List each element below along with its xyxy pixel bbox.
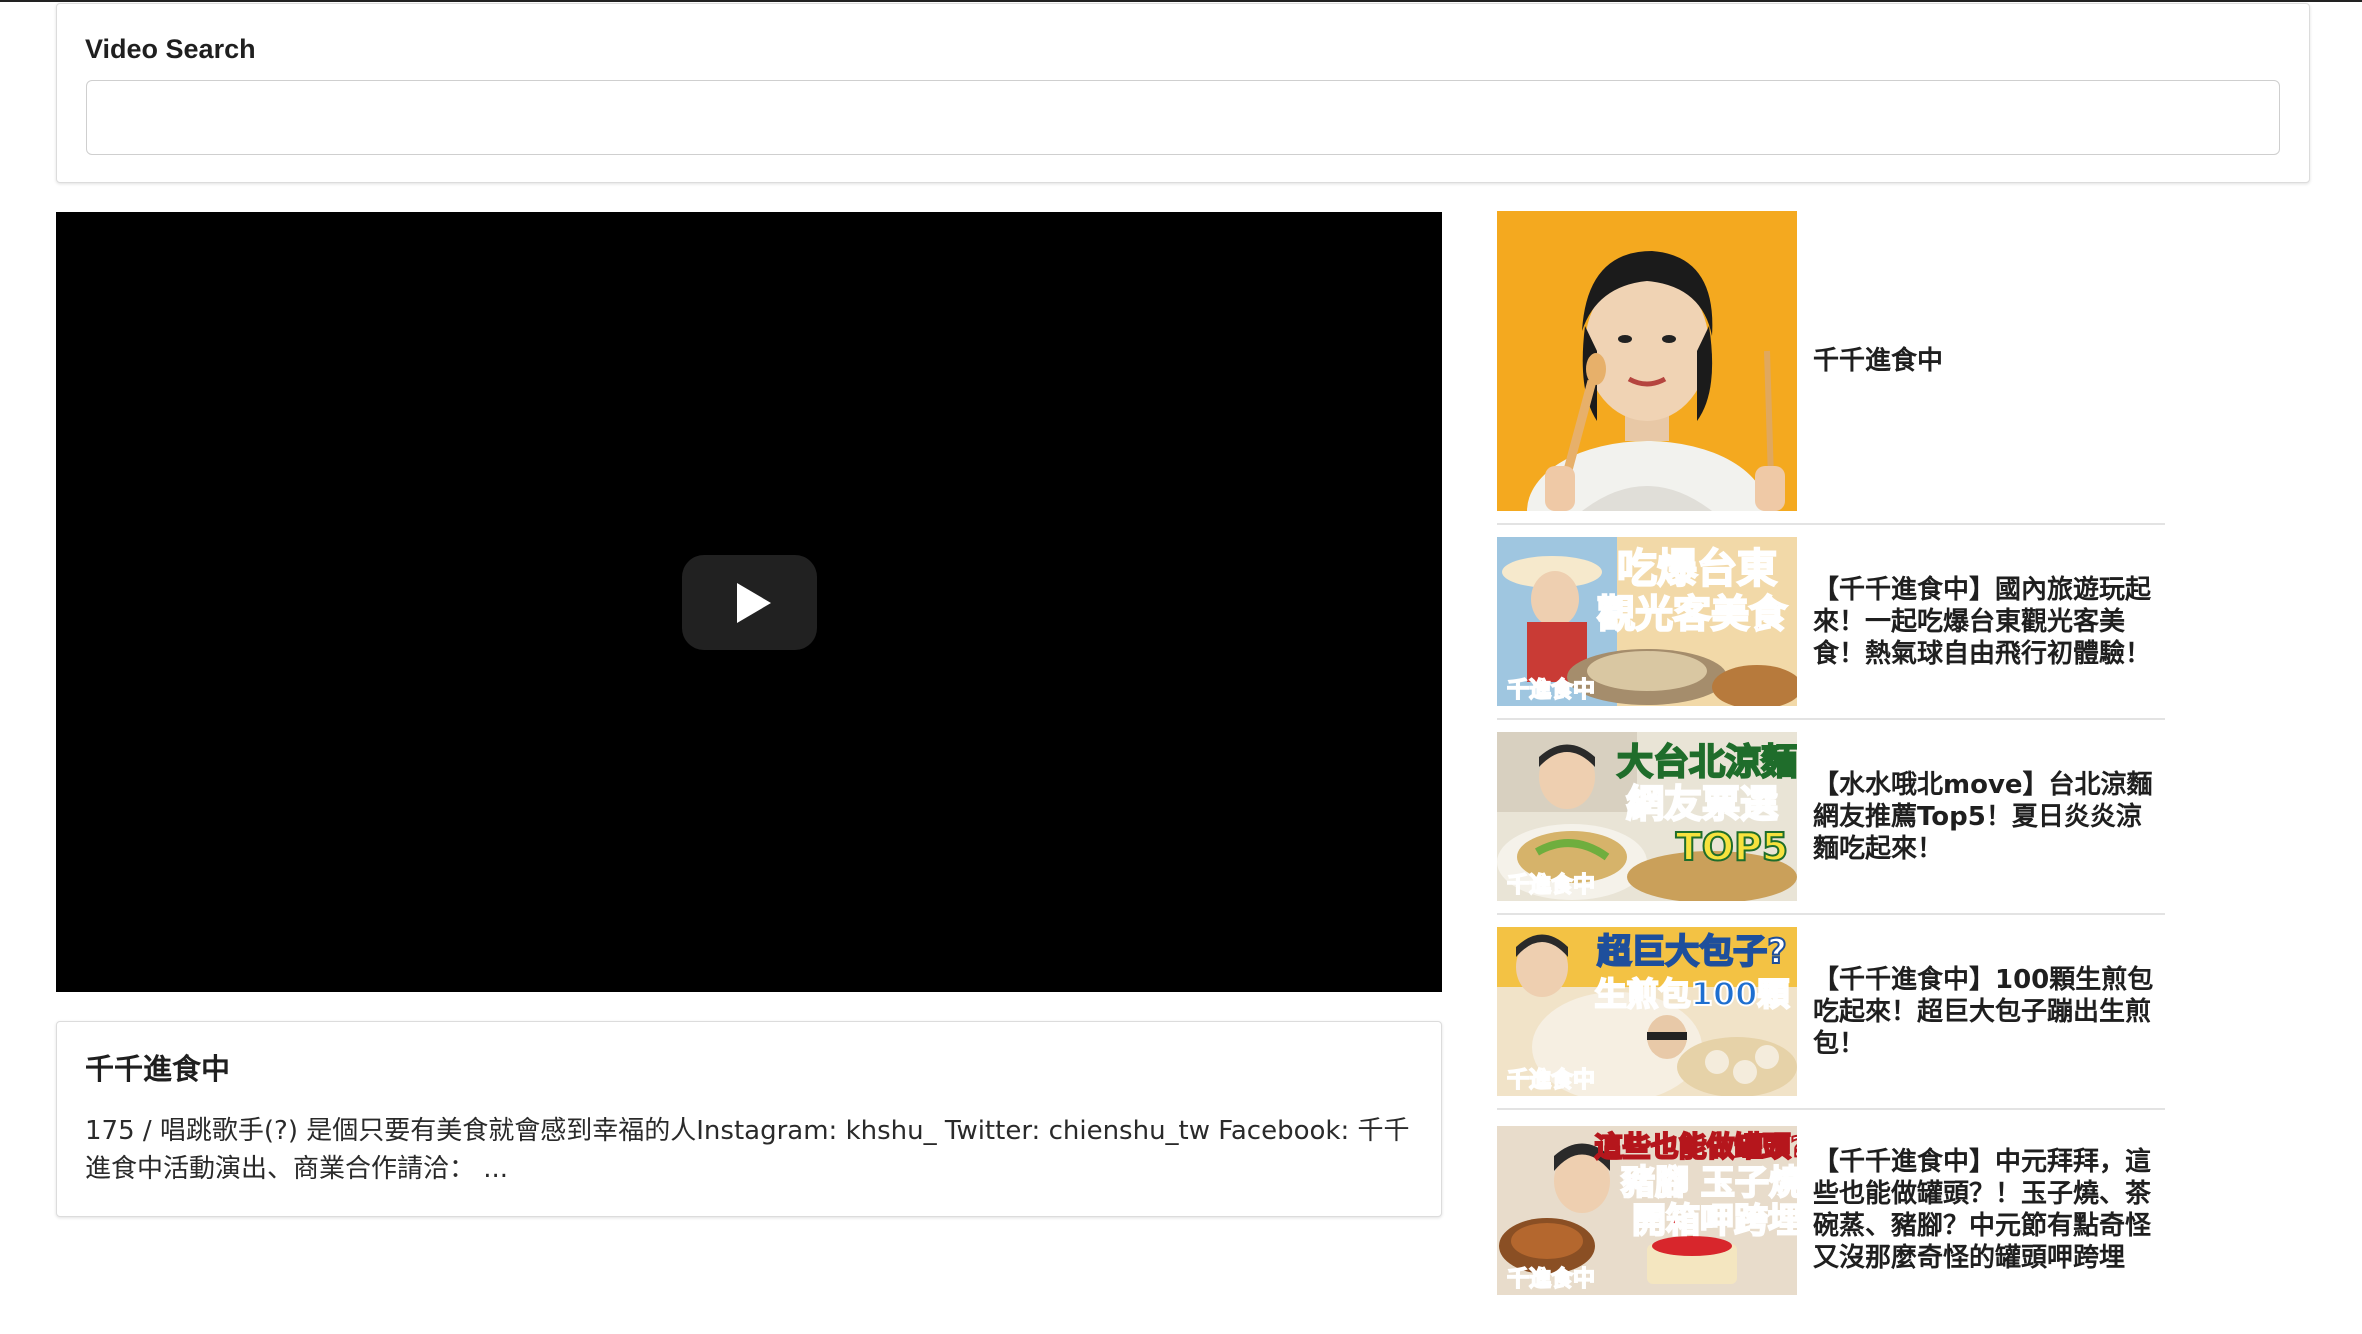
video-thumbnail[interactable]: 大台北涼麵 網友票選 TOP5 千進食中 (1497, 732, 1797, 901)
search-panel: Video Search (56, 3, 2310, 183)
video-title[interactable]: 【千千進食中】中元拜拜，這些也能做罐頭？！玉子燒、茶碗蒸、豬腳？中元節有點奇怪又… (1797, 1146, 2165, 1274)
video-details: 千千進食中 175 / 唱跳歌手(?) 是個只要有美食就會感到幸福的人Insta… (56, 1021, 1442, 1217)
video-thumbnail[interactable]: 超巨大包子? 生煎包100顆 千進食中 (1497, 927, 1797, 1096)
video-title[interactable]: 【千千進食中】100顆生煎包吃起來！超巨大包子蹦出生煎包！ (1797, 964, 2165, 1060)
thumbnail-logo: 千進食中 (1507, 677, 1595, 703)
play-icon (736, 582, 771, 623)
video-detail-description: 175 / 唱跳歌手(?) 是個只要有美食就會感到幸福的人Instagram: … (85, 1116, 1410, 1184)
video-thumbnail[interactable]: 這些也能做罐頭?! 豬腳 玉子燒 開箱呷跨埋 千進食中 (1497, 1125, 1797, 1295)
video-list: 千千進食中 吃爆台東 觀光客美食 千進食中 【千千進食中】國內旅遊玩起來！一起吃… (1497, 211, 2165, 1310)
thumbnail-caption: 這些也能做罐頭?! (1594, 1130, 1797, 1163)
video-player[interactable] (56, 212, 1442, 992)
search-label: Video Search (85, 34, 256, 64)
thumbnail-caption: 豬腳 玉子燒 (1621, 1163, 1797, 1203)
video-list-item[interactable]: 這些也能做罐頭?! 豬腳 玉子燒 開箱呷跨埋 千進食中 【千千進食中】中元拜拜，… (1497, 1110, 2165, 1310)
video-title[interactable]: 千千進食中 (1797, 345, 1949, 377)
thumbnail-caption: 開箱呷跨埋 (1632, 1201, 1797, 1241)
search-input[interactable] (86, 80, 2280, 155)
video-list-item[interactable]: 超巨大包子? 生煎包100顆 千進食中 【千千進食中】100顆生煎包吃起來！超巨… (1497, 915, 2165, 1110)
thumbnail-caption: 生煎包100顆 (1595, 975, 1790, 1013)
thumbnail-caption: 吃爆台東 (1617, 546, 1777, 592)
thumbnail-caption: 網友票選 (1626, 782, 1778, 826)
video-list-item[interactable]: 吃爆台東 觀光客美食 千進食中 【千千進食中】國內旅遊玩起來！一起吃爆台東觀光客… (1497, 525, 2165, 720)
video-list-item[interactable]: 大台北涼麵 網友票選 TOP5 千進食中 【水水哦北move】台北涼麵網友推薦T… (1497, 720, 2165, 915)
thumbnail-logo: 千進食中 (1507, 872, 1595, 898)
thumbnail-logo: 千進食中 (1507, 1266, 1595, 1292)
video-thumbnail[interactable]: 吃爆台東 觀光客美食 千進食中 (1497, 537, 1797, 706)
video-title[interactable]: 【水水哦北move】台北涼麵網友推薦Top5！夏日炎炎涼麵吃起來！ (1797, 769, 2165, 865)
thumbnail-caption: TOP5 (1676, 825, 1789, 869)
video-title[interactable]: 【千千進食中】國內旅遊玩起來！一起吃爆台東觀光客美食！熱氣球自由飛行初體驗！ (1797, 574, 2165, 670)
play-button[interactable] (682, 555, 817, 650)
video-list-item[interactable]: 千千進食中 (1497, 211, 2165, 525)
thumbnail-caption: 觀光客美食 (1597, 592, 1788, 636)
thumbnail-caption: 超巨大包子? (1597, 932, 1787, 972)
thumbnail-logo: 千進食中 (1507, 1067, 1595, 1093)
top-border (0, 0, 2362, 2)
video-detail-title: 千千進食中 (85, 1052, 231, 1086)
video-thumbnail[interactable] (1497, 211, 1797, 511)
thumbnail-caption: 大台北涼麵 (1617, 742, 1797, 783)
